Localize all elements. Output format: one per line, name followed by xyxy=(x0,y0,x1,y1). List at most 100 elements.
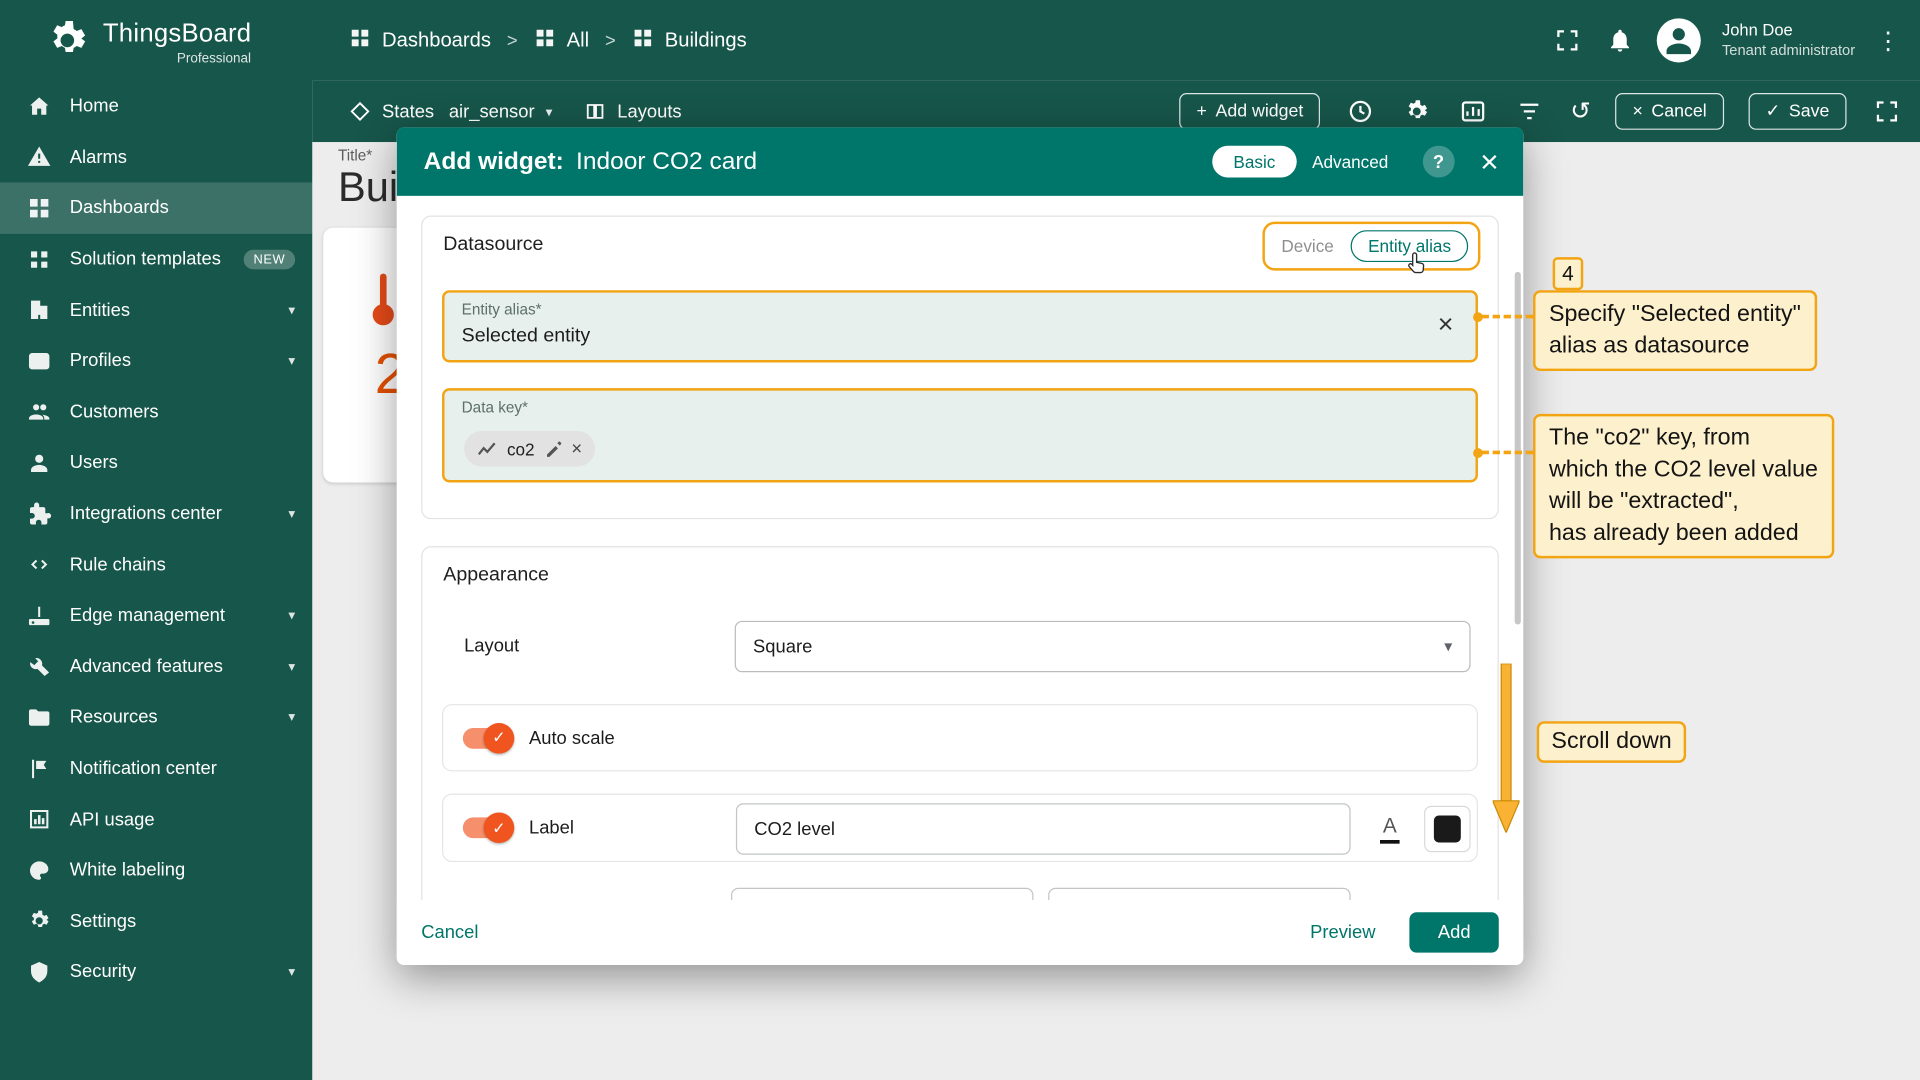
sidebar-item-edge-management[interactable]: Edge management ▾ xyxy=(0,590,312,641)
chevron-down-icon: ▾ xyxy=(288,303,296,318)
user-avatar[interactable] xyxy=(1657,18,1702,63)
brand-header: ThingsBoard Professional xyxy=(0,0,312,81)
close-icon[interactable]: × xyxy=(1473,146,1506,178)
sidebar-item-white-labeling[interactable]: White labeling xyxy=(0,845,312,896)
sidebar-item-settings[interactable]: Settings xyxy=(0,896,312,947)
sidebar-item-label: Resources xyxy=(69,707,158,728)
add-button[interactable]: Add xyxy=(1409,912,1499,953)
datasource-section: Datasource Device Entity alias Entity al… xyxy=(421,215,1499,520)
sidebar-item-label: Integrations center xyxy=(69,503,222,525)
version-history-icon[interactable]: ↺ xyxy=(1570,99,1591,123)
sidebar-item-profiles[interactable]: Profiles ▾ xyxy=(0,335,312,386)
datasource-section-title: Datasource xyxy=(443,233,544,255)
new-badge: NEW xyxy=(243,249,296,269)
sidebar-item-label: Alarms xyxy=(69,146,127,168)
sidebar-item-label: Profiles xyxy=(69,350,132,372)
dialog-cancel-button[interactable]: Cancel xyxy=(421,922,478,943)
sidebar-item-home[interactable]: Home xyxy=(0,81,312,132)
save-label: Save xyxy=(1788,101,1830,122)
chevron-down-icon: ▾ xyxy=(288,608,296,624)
breadcrumb-buildings[interactable]: Buildings xyxy=(632,26,747,54)
remove-data-key-icon[interactable]: × xyxy=(571,438,582,459)
add-widget-button[interactable]: + Add widget xyxy=(1179,93,1321,130)
entity-alias-field[interactable]: Entity alias* Selected entity × xyxy=(442,290,1478,363)
appearance-section: Appearance Layout Square ▾ ✓ Auto scale … xyxy=(421,546,1499,958)
sidebar-item-resources[interactable]: Resources ▾ xyxy=(0,692,312,743)
label-text-input[interactable] xyxy=(735,803,1351,855)
sidebar-item-notification-center[interactable]: Notification center xyxy=(0,743,312,794)
notifications-bell-icon[interactable] xyxy=(1604,24,1636,56)
preview-button[interactable]: Preview xyxy=(1310,922,1375,943)
entity-aliases-chart-icon[interactable] xyxy=(1458,96,1490,128)
label-toggle[interactable]: ✓ xyxy=(462,812,515,844)
cancel-edit-button[interactable]: × Cancel xyxy=(1615,93,1724,130)
expand-fullscreen-icon[interactable] xyxy=(1871,96,1903,128)
plus-icon: + xyxy=(1196,101,1207,122)
header-actions: John Doe Tenant administrator ⋮ xyxy=(1552,18,1900,63)
thingsboard-logo-icon xyxy=(44,17,91,70)
sidebar-item-rule-chains[interactable]: Rule chains xyxy=(0,539,312,590)
user-name: John Doe xyxy=(1721,20,1793,40)
sidebar-item-advanced-features[interactable]: Advanced features ▾ xyxy=(0,641,312,692)
edit-pencil-icon[interactable] xyxy=(544,440,561,457)
brand-name: ThingsBoard xyxy=(102,19,252,48)
label-color-swatch[interactable] xyxy=(1424,805,1471,853)
sidebar-item-security[interactable]: Security ▾ xyxy=(0,947,312,998)
breadcrumb-dashboards[interactable]: Dashboards xyxy=(349,26,491,54)
state-value: air_sensor xyxy=(448,101,535,122)
sidebar-item-label: Customers xyxy=(69,401,159,423)
add-widget-dialog: Add widget: Indoor CO2 card Basic Advanc… xyxy=(396,127,1524,965)
scroll-down-arrow-icon xyxy=(1491,663,1521,839)
save-button[interactable]: ✓ Save xyxy=(1748,93,1847,130)
states-button[interactable]: States xyxy=(349,100,434,122)
sidebar-nav: Home Alarms Dashboards Solution template… xyxy=(0,81,313,998)
datasource-type-device[interactable]: Device xyxy=(1274,231,1341,260)
layout-label: Layout xyxy=(464,635,520,657)
chevron-down-icon: ▾ xyxy=(288,965,296,981)
notification-center-icon xyxy=(27,756,51,780)
sidebar-item-dashboards[interactable]: Dashboards xyxy=(0,182,313,234)
timewindow-clock-icon[interactable] xyxy=(1345,96,1377,128)
brand-subtitle: Professional xyxy=(176,51,252,67)
state-selector[interactable]: air_sensor ▾ xyxy=(449,101,553,122)
help-icon[interactable]: ? xyxy=(1422,145,1455,178)
folder-grid-icon xyxy=(534,26,556,54)
breadcrumb-all[interactable]: All xyxy=(534,26,589,54)
layout-select[interactable]: Square ▾ xyxy=(734,620,1471,673)
solution-templates-icon xyxy=(27,247,51,271)
auto-scale-toggle[interactable]: ✓ xyxy=(462,722,515,754)
tutorial-callout-datasource: Specify "Selected entity" alias as datas… xyxy=(1533,290,1817,372)
dashboards-grid-icon xyxy=(349,26,371,54)
home-icon xyxy=(27,94,51,118)
filters-icon[interactable] xyxy=(1514,96,1546,128)
sidebar-item-solution-templates[interactable]: Solution templates NEW xyxy=(0,234,312,285)
clear-entity-alias-icon[interactable]: × xyxy=(1438,309,1454,341)
dashboards-icon xyxy=(27,196,51,220)
advanced-features-icon xyxy=(27,654,51,678)
font-color-icon[interactable]: A xyxy=(1368,807,1412,851)
dashboard-title-input[interactable]: Bui xyxy=(338,164,398,212)
tab-advanced[interactable]: Advanced xyxy=(1296,146,1404,178)
api-usage-icon xyxy=(27,807,51,831)
sidebar-item-integrations-center[interactable]: Integrations center ▾ xyxy=(0,488,312,539)
sidebar-item-customers[interactable]: Customers xyxy=(0,386,312,437)
sidebar-item-entities[interactable]: Entities ▾ xyxy=(0,285,312,336)
sidebar-item-label: White labeling xyxy=(69,859,186,881)
sidebar-item-alarms[interactable]: Alarms xyxy=(0,132,312,183)
label-label: Label xyxy=(528,817,574,839)
data-key-chip[interactable]: co2 × xyxy=(464,431,596,467)
label-row: ✓ Label A xyxy=(442,793,1478,863)
fullscreen-icon[interactable] xyxy=(1552,24,1584,56)
kebab-menu-icon[interactable]: ⋮ xyxy=(1876,25,1900,56)
sidebar-item-label: API usage xyxy=(69,808,155,830)
data-key-chip-label: co2 xyxy=(506,438,535,459)
dialog-footer: Cancel Preview Add xyxy=(396,900,1524,965)
sidebar-item-users[interactable]: Users xyxy=(0,437,312,488)
sidebar-item-label: Rule chains xyxy=(69,554,166,576)
dashboard-settings-gear-icon[interactable] xyxy=(1401,96,1433,128)
tab-basic[interactable]: Basic xyxy=(1212,145,1297,178)
layouts-button[interactable]: Layouts xyxy=(584,100,682,122)
sidebar-item-api-usage[interactable]: API usage xyxy=(0,794,312,845)
data-key-field[interactable]: Data key* co2 × xyxy=(442,388,1478,483)
dialog-scrollbar-thumb[interactable] xyxy=(1514,271,1521,625)
